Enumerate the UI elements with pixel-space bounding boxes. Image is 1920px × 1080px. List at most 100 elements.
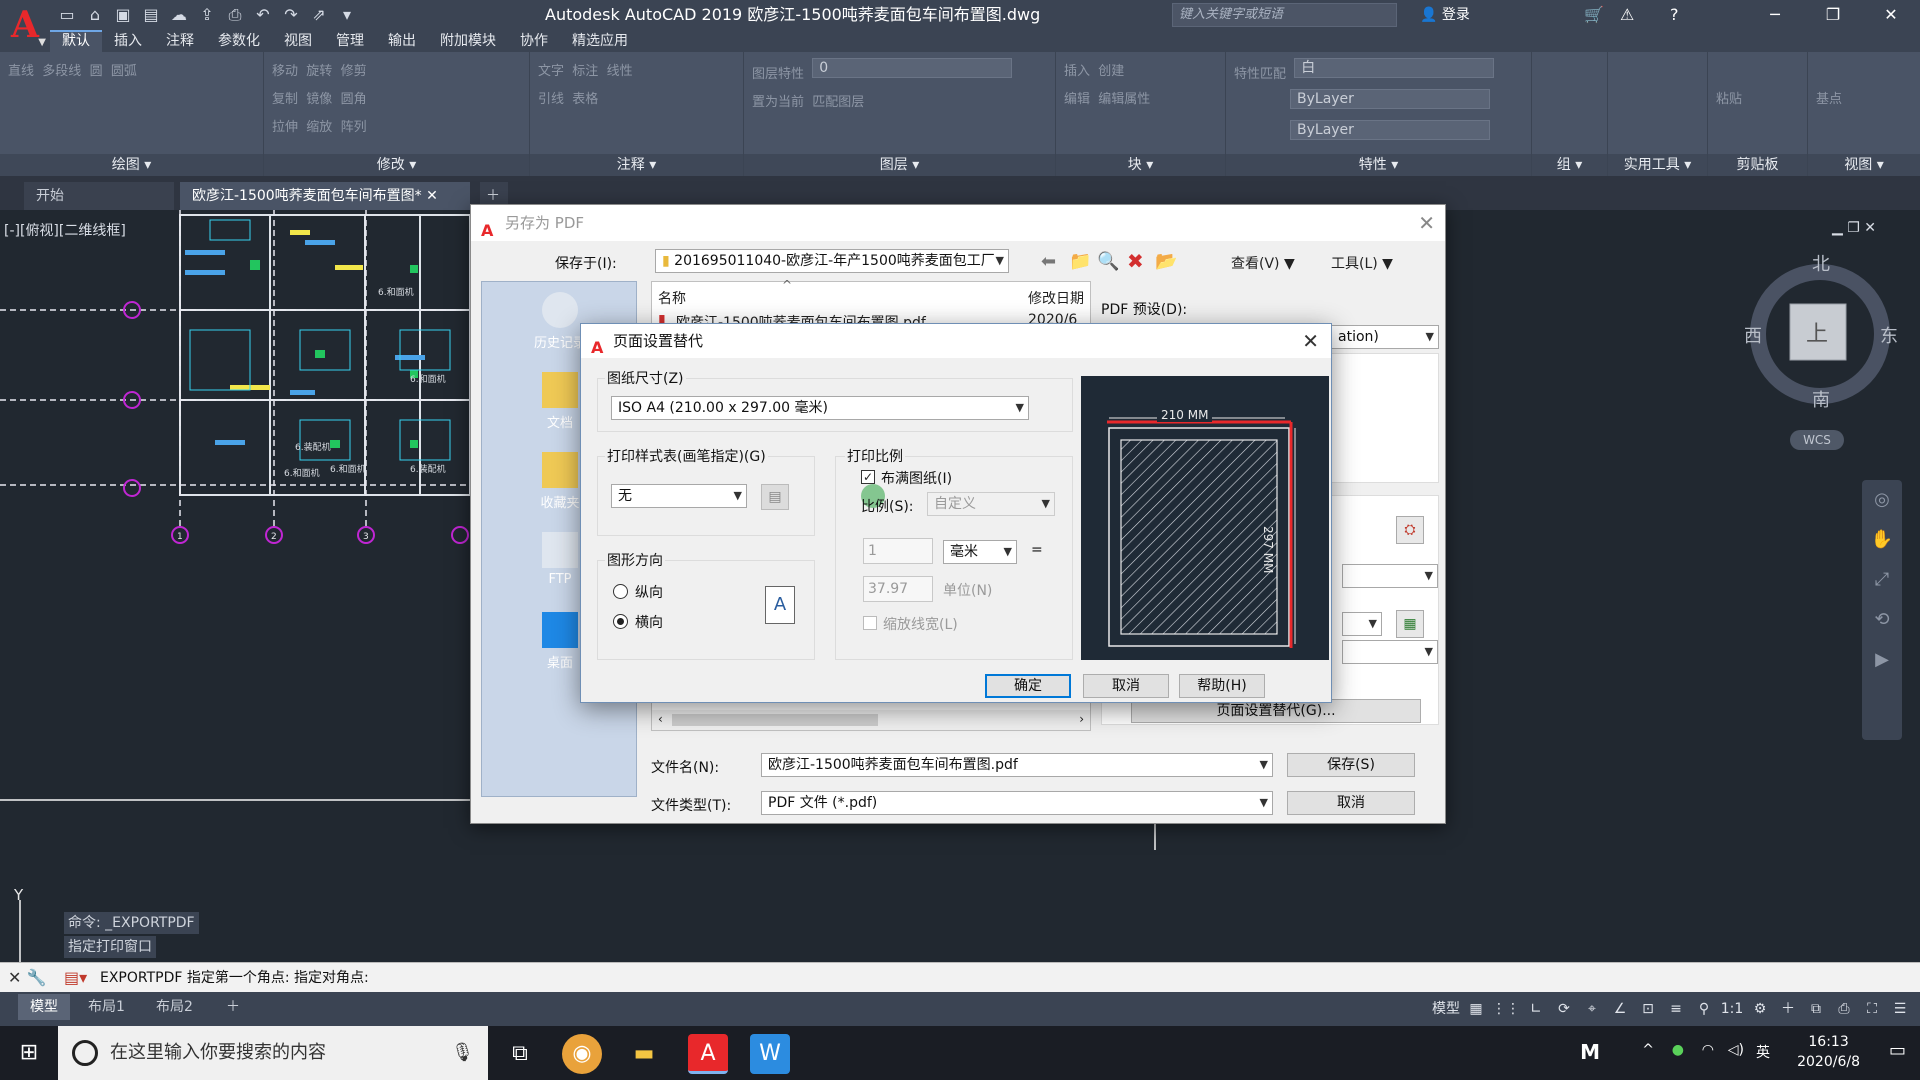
network-icon[interactable]: ◠: [1702, 1042, 1714, 1058]
notification-icon[interactable]: ▭: [1889, 1040, 1906, 1061]
table-tool[interactable]: 表格: [572, 92, 598, 107]
new-folder-icon[interactable]: 📂: [1155, 251, 1177, 272]
qat-dropdown-icon[interactable]: ▾: [336, 4, 358, 26]
help-icon[interactable]: ?: [1670, 0, 1679, 30]
panel-title-draw[interactable]: 绘图 ▾: [0, 154, 263, 176]
dimension-tool[interactable]: 标注: [572, 64, 598, 79]
pan-icon[interactable]: ✋: [1862, 520, 1902, 560]
share-icon[interactable]: ⇗: [308, 4, 330, 26]
layer-properties-tool[interactable]: 图层特性: [752, 67, 804, 82]
isolate-objects-icon[interactable]: ⎙: [1832, 996, 1856, 1022]
portrait-radio[interactable]: [613, 584, 628, 599]
ribbon-tab-featured[interactable]: 精选应用: [560, 30, 640, 52]
text-tool[interactable]: 文字: [538, 64, 564, 79]
viewcube-top-face[interactable]: 上: [1806, 316, 1828, 348]
landscape-radio[interactable]: [613, 614, 628, 629]
layout-tab-model[interactable]: 模型: [18, 994, 70, 1020]
file-explorer-icon[interactable]: ▬: [624, 1034, 664, 1074]
layout-tab-layout2[interactable]: 布局2: [144, 994, 205, 1020]
panel-title-properties[interactable]: 特性 ▾: [1226, 154, 1531, 176]
plot-icon[interactable]: ⎙: [224, 4, 246, 26]
open-folder-icon[interactable]: ⌂: [84, 4, 106, 26]
panel-title-utilities[interactable]: 实用工具 ▾: [1608, 154, 1707, 176]
circle-tool[interactable]: 圆: [90, 64, 103, 79]
microphone-icon[interactable]: 🎙: [451, 1026, 474, 1080]
panel-title-clipboard[interactable]: 剪贴板: [1708, 154, 1807, 176]
linetype-combo[interactable]: ByLayer: [1290, 89, 1490, 109]
save-in-combo[interactable]: ▮ 201695011040-欧彦江-年产1500吨荞麦面包工厂 ▼: [655, 249, 1009, 273]
trim-tool[interactable]: 修剪: [341, 64, 367, 79]
command-recent-icon[interactable]: ▤▾: [64, 968, 87, 987]
doc-tab-drawing[interactable]: 欧彦江-1500吨荞麦面包车间布置图* ✕: [180, 182, 470, 210]
lineweight-icon[interactable]: ≡: [1664, 996, 1688, 1022]
a360-icon[interactable]: ⚠: [1620, 0, 1634, 30]
zoom-extents-icon[interactable]: ⤢: [1862, 560, 1902, 600]
line-tool[interactable]: 直线: [8, 64, 34, 79]
login-button[interactable]: 👤 登录: [1420, 0, 1470, 30]
cancel-button[interactable]: 取消: [1083, 674, 1169, 698]
compass-west[interactable]: 西: [1744, 322, 1762, 348]
close-window-icon[interactable]: ✕: [1862, 0, 1920, 30]
add-layout-button[interactable]: ＋: [214, 994, 252, 1020]
output-combo[interactable]: ▼: [1342, 564, 1438, 588]
taskbar-search-input[interactable]: 在这里输入你要搜索的内容 🎙: [58, 1026, 488, 1080]
panel-title-layers[interactable]: 图层 ▾: [744, 154, 1055, 176]
ribbon-tab-addins[interactable]: 附加模块: [428, 30, 508, 52]
cart-icon[interactable]: 🛒: [1584, 0, 1604, 30]
column-modified-header[interactable]: 修改日期: [1028, 288, 1084, 308]
customize-icon[interactable]: ☰: [1888, 996, 1912, 1022]
insert-block-tool[interactable]: 插入: [1064, 64, 1090, 79]
chrome-icon[interactable]: ◉: [562, 1034, 602, 1074]
delete-icon[interactable]: ✖: [1127, 249, 1144, 273]
snap-icon[interactable]: ⋮⋮: [1492, 996, 1520, 1022]
pdf-preset-combo[interactable]: ation) ▼: [1331, 325, 1439, 349]
close-dialog-icon[interactable]: ✕: [1418, 205, 1435, 241]
lineweight-combo[interactable]: ByLayer: [1290, 120, 1490, 140]
ribbon-tab-manage[interactable]: 管理: [324, 30, 376, 52]
close-dialog-icon[interactable]: ✕: [1302, 324, 1319, 358]
restore-icon[interactable]: ❐: [1804, 0, 1862, 30]
scale-value-2-input[interactable]: 37.97: [863, 576, 933, 602]
compass-north[interactable]: 北: [1812, 250, 1830, 276]
dynamic-ucs-icon[interactable]: ⊡: [1636, 996, 1660, 1022]
ribbon-tab-view[interactable]: 视图: [272, 30, 324, 52]
layout-tab-layout1[interactable]: 布局1: [76, 994, 137, 1020]
close-tab-icon[interactable]: ✕: [426, 188, 438, 204]
web-open-icon[interactable]: ☁: [168, 4, 190, 26]
plot-stamp-icon[interactable]: ⛭: [1396, 516, 1424, 544]
grid-icon[interactable]: ▦: [1464, 996, 1488, 1022]
wcs-menu[interactable]: WCS: [1790, 430, 1844, 450]
array-tool[interactable]: 阵列: [341, 120, 367, 135]
arc-tool[interactable]: 圆弧: [111, 64, 137, 79]
volume-icon[interactable]: ◁): [1728, 1042, 1744, 1058]
paper-size-select[interactable]: ISO A4 (210.00 x 297.00 毫米) ▼: [611, 396, 1029, 420]
web-save-icon[interactable]: ⇪: [196, 4, 218, 26]
ribbon-tab-parametric[interactable]: 参数化: [206, 30, 272, 52]
plot-style-select[interactable]: 无 ▼: [611, 484, 747, 508]
search-web-icon[interactable]: 🔍: [1097, 251, 1119, 272]
orbit-icon[interactable]: ⟲: [1862, 600, 1902, 640]
panel-title-block[interactable]: 块 ▾: [1056, 154, 1225, 176]
stretch-tool[interactable]: 拉伸: [272, 120, 298, 135]
doc-tab-start[interactable]: 开始: [24, 182, 174, 210]
compass-east[interactable]: 东: [1880, 322, 1898, 348]
steering-wheel-icon[interactable]: ◎: [1862, 480, 1902, 520]
match-properties-tool[interactable]: 特性匹配: [1234, 67, 1286, 82]
ortho-icon[interactable]: ∟: [1524, 996, 1548, 1022]
scale-value-1-input[interactable]: 1: [863, 538, 933, 564]
scale-select[interactable]: 自定义 ▼: [927, 492, 1055, 516]
plot-style-edit-icon[interactable]: ▤: [761, 484, 789, 510]
scroll-left-icon[interactable]: ‹: [658, 712, 663, 726]
create-block-tool[interactable]: 创建: [1098, 64, 1124, 79]
save-as-icon[interactable]: ▤: [140, 4, 162, 26]
ribbon-tab-output[interactable]: 输出: [376, 30, 428, 52]
save-icon[interactable]: ▣: [112, 4, 134, 26]
otrack-icon[interactable]: ∠: [1608, 996, 1632, 1022]
cancel-save-button[interactable]: 取消: [1287, 791, 1415, 815]
scrollbar-thumb[interactable]: [672, 714, 878, 726]
panel-title-annotation[interactable]: 注释 ▾: [530, 154, 743, 176]
wps-icon[interactable]: W: [750, 1034, 790, 1074]
column-name-header[interactable]: 名称: [658, 288, 686, 308]
edit-attributes-tool[interactable]: 编辑属性: [1098, 92, 1150, 107]
filetype-select[interactable]: PDF 文件 (*.pdf) ▼: [761, 791, 1273, 815]
